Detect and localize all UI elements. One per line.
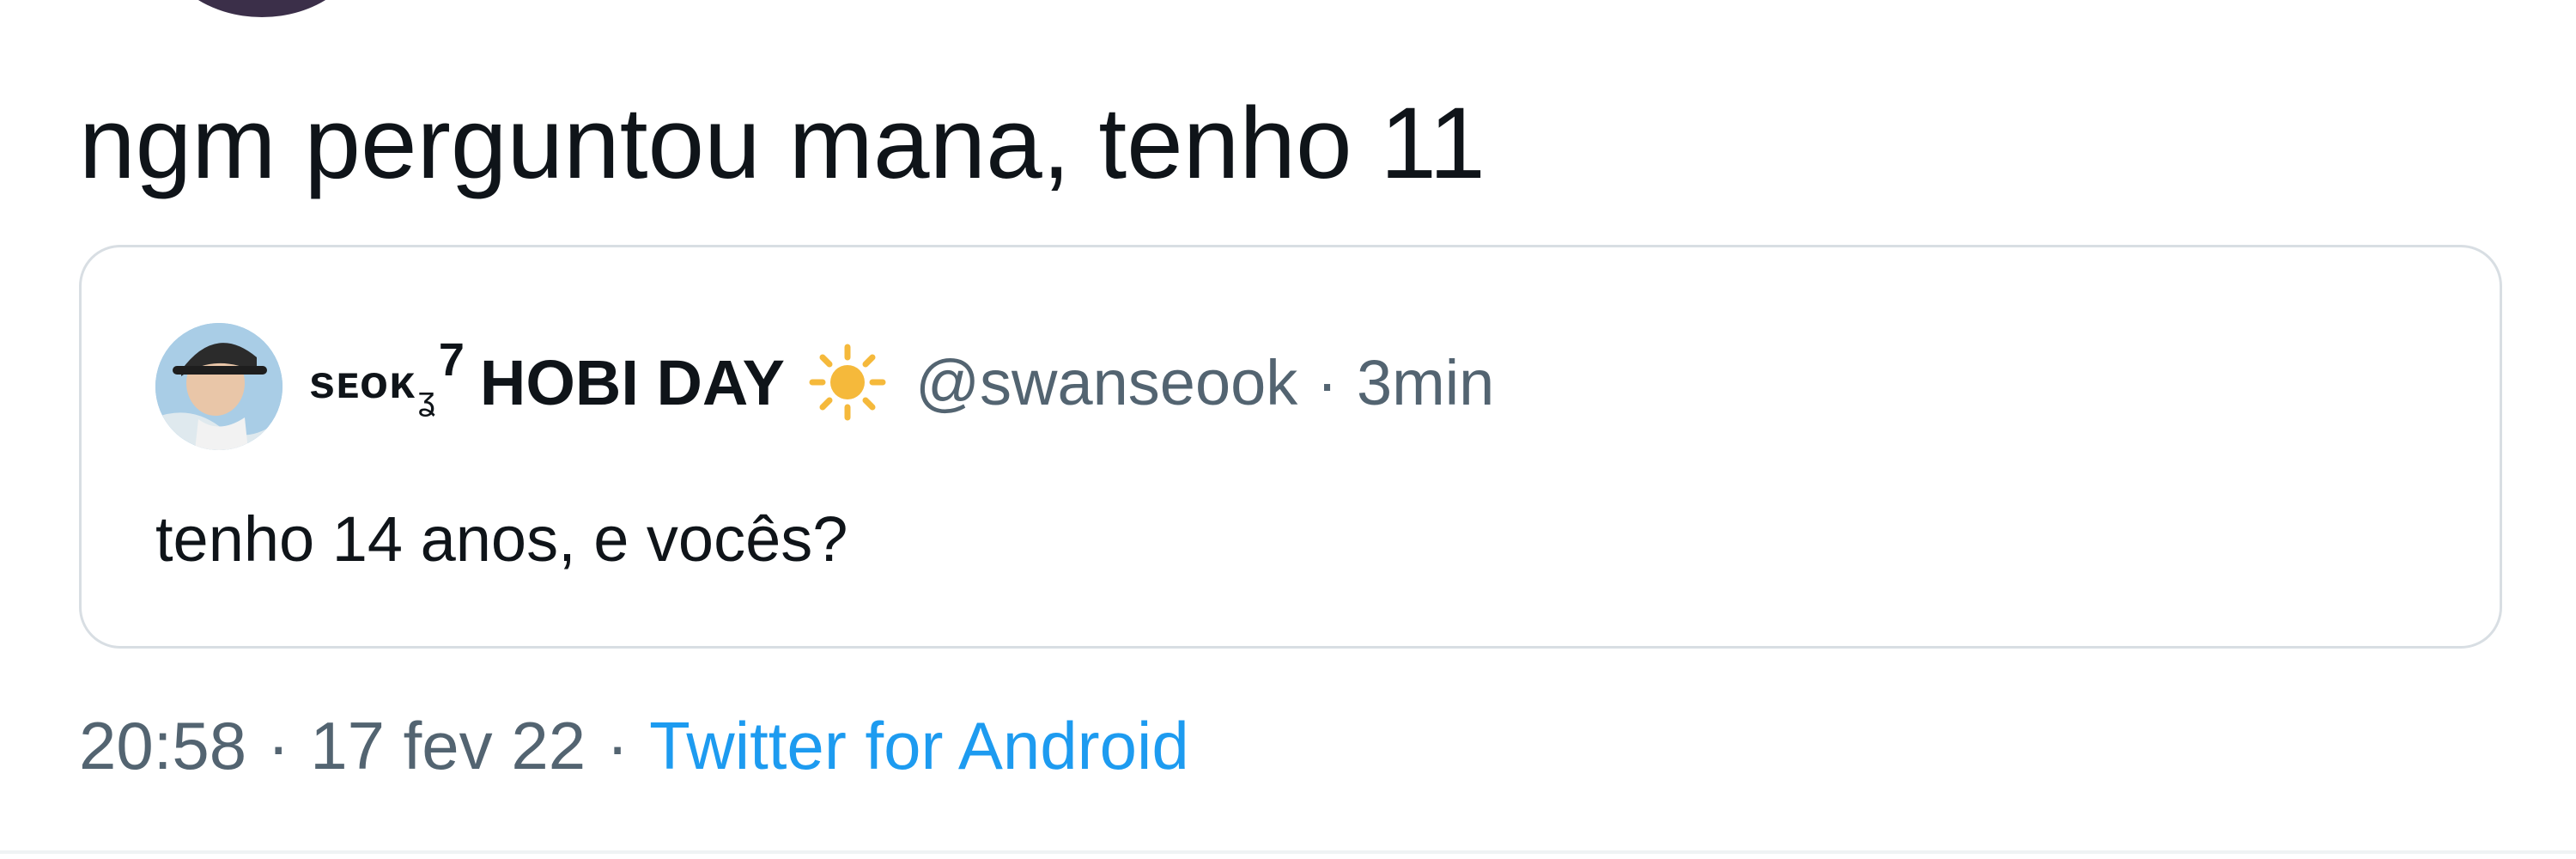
tweet-time[interactable]: 20:58: [79, 708, 246, 783]
header-separator: ·: [1316, 346, 1338, 418]
tweet-source-link[interactable]: Twitter for Android: [649, 708, 1189, 783]
quoted-handle[interactable]: @swanseook: [915, 346, 1297, 419]
quoted-tweet-text: tenho 14 anos, e vocês?: [155, 503, 848, 575]
tweet-text: ngm perguntou mana, tenho 11: [79, 87, 1485, 200]
tweet-date[interactable]: 17 fev 22: [310, 708, 586, 783]
quoted-tweet-header: sᴇᴏᴋ ʓ 7 HOBI DAY @swanseook · 3min: [309, 334, 1494, 430]
sun-icon: [809, 344, 886, 421]
quoted-author-avatar[interactable]: [155, 323, 283, 450]
tweet-metadata: 20:58 · 17 fev 22 · Twitter for Android: [79, 703, 1189, 789]
display-name-main[interactable]: HOBI DAY: [480, 346, 785, 419]
display-name-prefix[interactable]: sᴇᴏᴋ: [309, 356, 416, 409]
divider: [0, 850, 2576, 854]
display-name-sup: 7: [438, 334, 465, 386]
meta-separator: ·: [267, 708, 290, 783]
quoted-timestamp[interactable]: 3min: [1357, 346, 1494, 419]
display-name-sub: ʓ: [417, 381, 435, 417]
meta-separator-2: ·: [606, 708, 629, 783]
quoted-tweet-card[interactable]: sᴇᴏᴋ ʓ 7 HOBI DAY @swanseook · 3min tenho: [79, 245, 2502, 649]
avatar-photo: [155, 323, 283, 450]
author-avatar[interactable]: [163, 0, 361, 17]
